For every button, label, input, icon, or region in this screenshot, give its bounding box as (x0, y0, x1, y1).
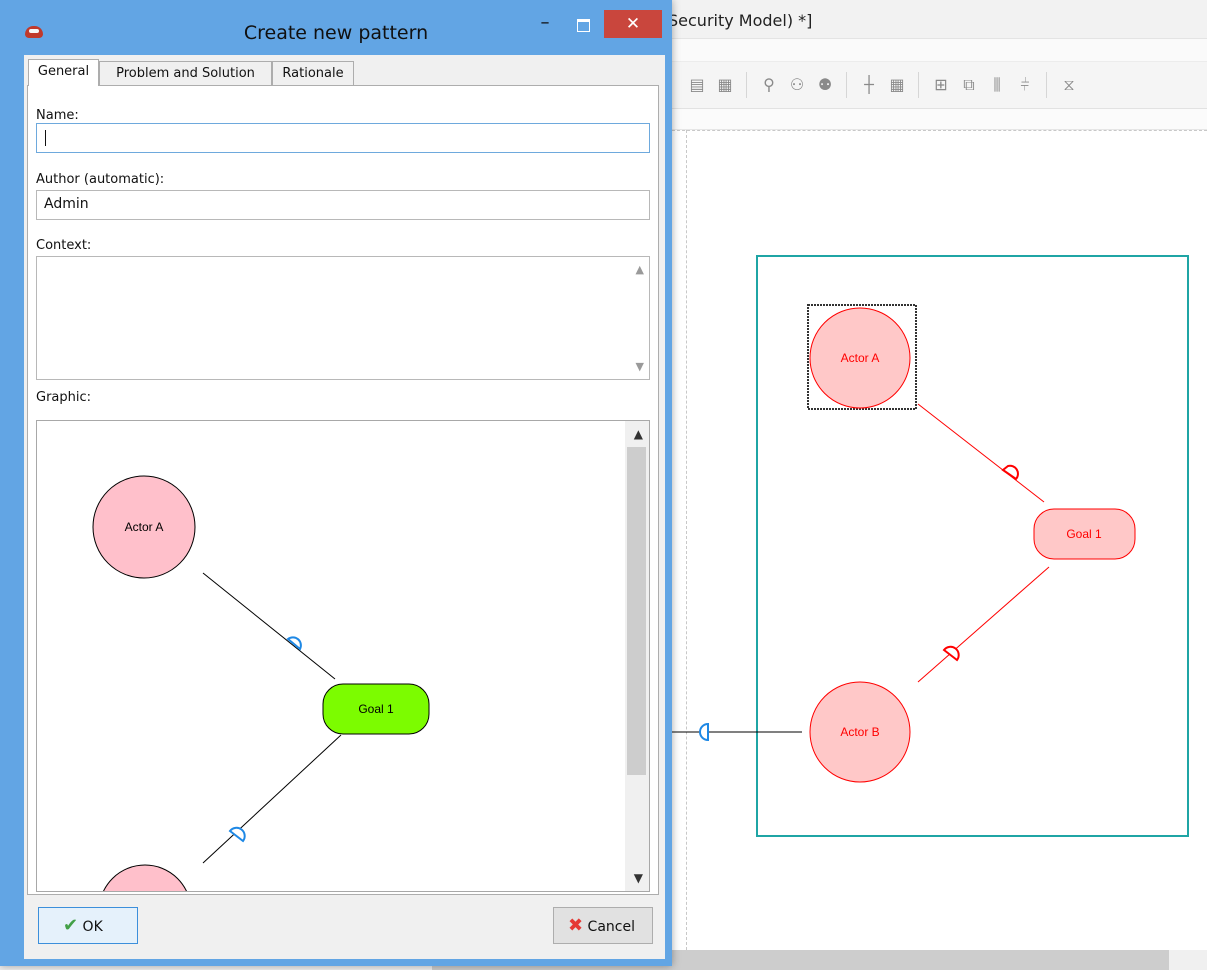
maximize-button[interactable] (566, 12, 600, 38)
table-icon[interactable]: ▤ (686, 74, 708, 96)
dependency-link (202, 734, 342, 864)
tab-problem-and-solution[interactable]: Problem and Solution (99, 61, 272, 86)
dependency-icon (228, 826, 246, 843)
cancel-label: Cancel (587, 919, 635, 935)
cancel-icon: ✖ (568, 915, 584, 936)
dependency-icon (942, 645, 960, 662)
check-icon: ✔ (63, 915, 79, 936)
zoom-icon[interactable]: ⚲ (758, 74, 780, 96)
distribute-vertical-icon[interactable]: ⧉ (958, 74, 980, 96)
author-field[interactable]: Admin (36, 190, 650, 220)
main-window-title: Security Model) *] (668, 11, 813, 30)
zoom-actual-icon[interactable]: ⚇ (786, 74, 808, 96)
scroll-up-icon[interactable]: ▲ (634, 427, 643, 441)
dependency-icon (699, 722, 709, 742)
close-button[interactable]: ✕ (604, 10, 662, 38)
toolbar-separator (918, 72, 919, 98)
maximize-icon (576, 19, 590, 32)
author-label: Author (automatic): (36, 172, 165, 187)
dependency-link[interactable] (917, 566, 1050, 683)
model-canvas[interactable]: Actor A Goal 1 Actor B (672, 130, 1207, 950)
goal-label: Goal 1 (358, 702, 394, 716)
name-label: Name: (36, 108, 79, 123)
tab-rationale[interactable]: Rationale (272, 61, 354, 86)
context-textarea[interactable]: ▲ ▼ (36, 256, 650, 380)
align-center-icon[interactable]: ┼ (858, 74, 880, 96)
distribute-horizontal-icon[interactable]: ⊞ (930, 74, 952, 96)
cancel-button[interactable]: ✖ Cancel (553, 907, 653, 944)
spread-horizontal-icon[interactable]: ⫼ (986, 74, 1008, 96)
create-pattern-dialog: Create new pattern – ✕ General Problem a… (0, 0, 672, 966)
scroll-down-icon[interactable]: ▼ (634, 871, 643, 885)
dependency-link (202, 572, 336, 680)
grid-toggle-icon[interactable]: ▦ (886, 74, 908, 96)
actor-a-label: Actor A (125, 520, 164, 534)
scroll-down-icon[interactable]: ▼ (636, 360, 644, 373)
actor-b-node (103, 864, 187, 891)
layout-icon[interactable]: ⧖ (1058, 74, 1080, 96)
zoom-fit-icon[interactable]: ⚉ (814, 74, 836, 96)
goal-label: Goal 1 (1066, 527, 1102, 541)
dependency-link[interactable] (917, 403, 1045, 503)
canvas-ruler (672, 109, 1207, 130)
graphic-canvas: Actor A Goal 1 (92, 475, 430, 891)
vertical-scroll-thumb[interactable] (627, 447, 646, 775)
dialog-titlebar[interactable]: Create new pattern – ✕ (0, 0, 672, 55)
name-field[interactable] (36, 123, 650, 153)
minimize-button[interactable]: – (528, 12, 562, 38)
ok-label: OK (82, 919, 103, 935)
main-toolbar: ▤ ▦ ⚲ ⚇ ⚉ ┼ ▦ ⊞ ⧉ ⫼ ⫩ ⧖ (672, 62, 1207, 109)
grid-icon[interactable]: ▦ (714, 74, 736, 96)
dependency-icon (1001, 464, 1019, 481)
toolbar-separator (1046, 72, 1047, 98)
graphic-preview[interactable]: Actor A Goal 1 ▲ ▼ (36, 420, 650, 892)
graphic-label: Graphic: (36, 390, 92, 405)
dialog-body: General Problem and Solution Rationale N… (24, 55, 665, 959)
toolbar-separator (846, 72, 847, 98)
vertical-scrollbar[interactable]: ▲ ▼ (625, 421, 649, 891)
spread-vertical-icon[interactable]: ⫩ (1014, 74, 1036, 96)
ok-button[interactable]: ✔ OK (38, 907, 138, 944)
text-caret (45, 130, 46, 146)
toolbar-separator (746, 72, 747, 98)
actor-a-label: Actor A (841, 351, 880, 365)
context-label: Context: (36, 238, 92, 253)
scroll-up-icon[interactable]: ▲ (636, 263, 644, 276)
actor-b-label: Actor B (840, 725, 879, 739)
general-tab-panel: Name: Author (automatic): Admin Context:… (27, 85, 659, 895)
tab-general[interactable]: General (28, 59, 99, 86)
